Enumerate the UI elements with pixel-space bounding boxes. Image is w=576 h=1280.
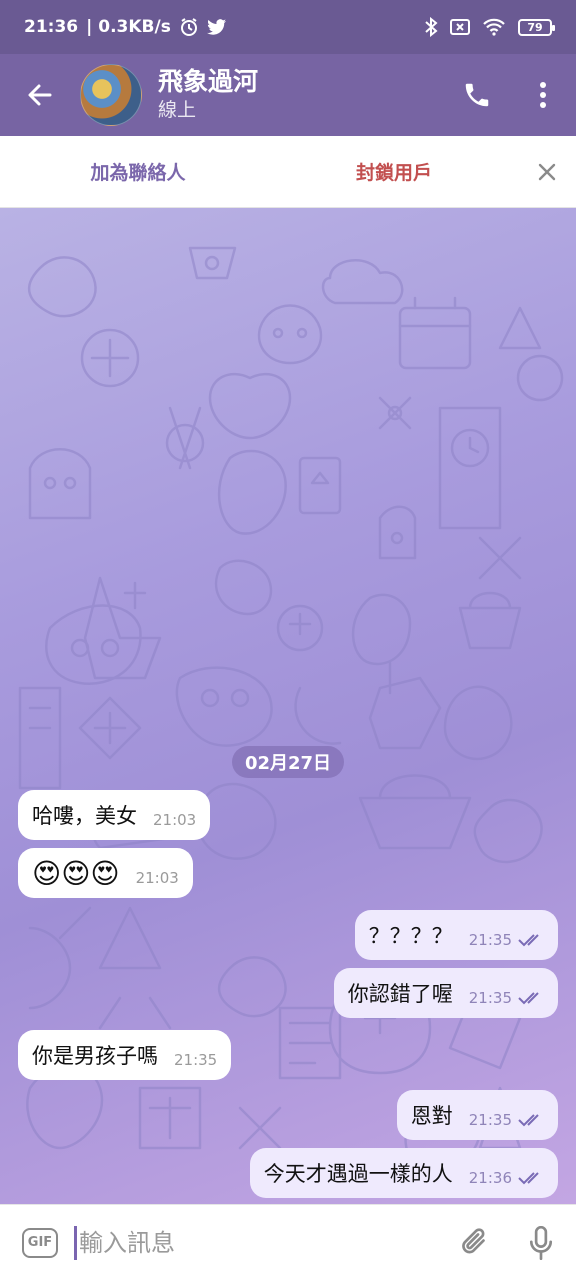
message-bubble-outgoing[interactable]: 今天才遇過一樣的人 21:36 [249, 1148, 558, 1198]
paperclip-icon [462, 1227, 485, 1253]
contact-info[interactable]: 飛象過河 線上 [158, 67, 258, 123]
voice-record-button[interactable] [506, 1205, 576, 1280]
double-check-icon [518, 1113, 544, 1127]
more-vert-icon [540, 82, 546, 108]
message-text: 😍😍😍 [32, 856, 120, 890]
double-check-icon [518, 991, 544, 1005]
message-text: 哈嘍，美女 [32, 804, 137, 828]
message-input[interactable] [79, 1228, 409, 1257]
message-composer: GIF [0, 1204, 576, 1280]
double-check-icon [518, 1171, 544, 1185]
message-text: 恩對 [410, 1104, 453, 1128]
back-button[interactable] [0, 54, 80, 136]
bluetooth-icon [424, 17, 438, 37]
attach-button[interactable] [444, 1205, 506, 1280]
phone-icon [465, 83, 489, 107]
message-text: ？？？？ [368, 924, 453, 948]
message-text: 你是男孩子嗎 [32, 1044, 158, 1068]
status-speed: | 0.3KB/s [86, 17, 171, 37]
chat-area[interactable]: 02月27日 哈嘍，美女 21:03 😍😍😍 21:03 ？？？？ 21:35 … [0, 208, 576, 1204]
sim-off-icon [450, 19, 470, 35]
message-text: 今天才遇過一樣的人 [263, 1162, 453, 1186]
block-user-button[interactable]: 封鎖用戶 [274, 158, 514, 185]
contact-action-strip: 加為聯絡人 封鎖用戶 [0, 136, 576, 208]
add-contact-button[interactable]: 加為聯絡人 [18, 158, 258, 185]
date-separator: 02月27日 [232, 746, 344, 778]
chat-header: 飛象過河 線上 [0, 54, 576, 136]
close-icon [538, 163, 556, 180]
more-options-button[interactable] [510, 54, 576, 136]
message-time: 21:35 [468, 931, 512, 949]
status-time: 21:36 [24, 17, 79, 37]
message-time: 21:35 [174, 1051, 218, 1069]
message-bubble-incoming[interactable]: 你是男孩子嗎 21:35 [18, 1030, 232, 1080]
message-bubble-outgoing[interactable]: 恩對 21:35 [396, 1090, 558, 1140]
call-button[interactable] [444, 54, 510, 136]
message-bubble-outgoing[interactable]: ？？？？ 21:35 [354, 910, 558, 960]
contact-name: 飛象過河 [158, 67, 259, 96]
avatar[interactable] [80, 64, 142, 126]
gif-button[interactable]: GIF [22, 1227, 58, 1258]
wifi-icon [482, 18, 506, 36]
status-bar: 21:36 | 0.3KB/s 79 [0, 0, 576, 54]
message-time: 21:35 [468, 1111, 512, 1129]
text-caret [74, 1225, 77, 1260]
double-check-icon [518, 933, 544, 947]
battery-icon: 79 [518, 18, 555, 36]
twitter-icon [206, 18, 227, 36]
back-arrow-icon [28, 84, 52, 106]
message-time: 21:36 [468, 1169, 512, 1187]
message-time: 21:03 [153, 811, 197, 829]
message-bubble-incoming[interactable]: 😍😍😍 21:03 [18, 848, 193, 898]
message-bubble-outgoing[interactable]: 你認錯了喔 21:35 [333, 968, 558, 1018]
microphone-icon [529, 1225, 553, 1260]
message-time: 21:35 [468, 989, 512, 1007]
message-time: 21:03 [135, 869, 179, 887]
close-strip-button[interactable] [518, 136, 576, 208]
contact-status: 線上 [158, 99, 197, 121]
message-text: 你認錯了喔 [347, 982, 453, 1006]
alarm-icon [179, 17, 199, 37]
message-bubble-incoming[interactable]: 哈嘍，美女 21:03 [18, 790, 211, 840]
